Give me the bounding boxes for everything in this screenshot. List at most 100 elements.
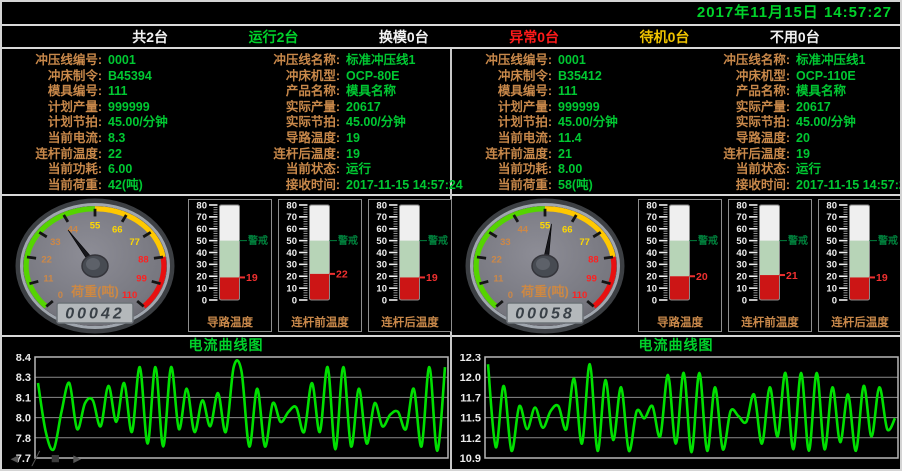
- info-label: 当前功耗:: [452, 162, 552, 178]
- svg-text:30: 30: [376, 260, 387, 271]
- svg-text:50: 50: [196, 236, 207, 247]
- info-value: 模具名称: [790, 84, 902, 100]
- thermometer-svg: 01020304050607080警戒19: [189, 200, 271, 311]
- info-value: 19: [790, 147, 902, 163]
- svg-text:70: 70: [196, 212, 207, 223]
- svg-text:7.8: 7.8: [16, 433, 31, 445]
- svg-text:0: 0: [832, 295, 837, 306]
- thermo-value: 19: [876, 272, 888, 284]
- info-label: 冲床机型:: [234, 69, 340, 85]
- svg-text:40: 40: [646, 248, 657, 259]
- svg-text:8.1: 8.1: [16, 392, 31, 404]
- chart-block: 电流曲线图 12.312.011.711.511.210.9: [452, 337, 900, 469]
- info-value: 标准冲压线1: [340, 53, 463, 69]
- meters-row: 0112233445566778899110荷重(吨)00058 0102030…: [452, 196, 900, 337]
- svg-text:60: 60: [196, 224, 207, 235]
- thermometer-group: 01020304050607080警戒20导路温度010203040506070…: [636, 198, 902, 332]
- svg-text:50: 50: [376, 236, 387, 247]
- info-label: 冲压线编号:: [2, 53, 102, 69]
- meters-row: 0112233445566778899110荷重(吨)00042 0102030…: [2, 196, 450, 337]
- info-label: 计划节拍:: [2, 115, 102, 131]
- svg-text:0: 0: [58, 290, 63, 301]
- svg-text:110: 110: [122, 290, 137, 301]
- svg-text:77: 77: [129, 237, 140, 248]
- status-running: 运行2台: [249, 27, 299, 47]
- thermometer-连杆前温度: 01020304050607080警戒21连杆前温度: [728, 199, 812, 332]
- machine-panel-1: 冲压线编号:0001冲压线名称:标准冲压线1冲床制令:B45394冲床机型:OC…: [2, 49, 452, 469]
- svg-text:30: 30: [286, 260, 297, 271]
- svg-text:0: 0: [652, 295, 657, 306]
- info-label: 模具编号:: [452, 84, 552, 100]
- thermo-name: 连杆前温度: [729, 314, 811, 330]
- info-label: 连杆前温度:: [2, 147, 102, 163]
- info-value: 6.00: [102, 162, 234, 178]
- info-value: 42(吨): [102, 178, 234, 194]
- info-value: B45394: [102, 69, 234, 85]
- load-gauge-svg: 0112233445566778899110荷重(吨)00058: [456, 198, 636, 335]
- info-label: 当前电流:: [452, 131, 552, 147]
- thermo-value: 19: [426, 272, 438, 284]
- svg-text:20: 20: [286, 272, 297, 283]
- info-label: 连杆后温度:: [684, 147, 790, 163]
- load-gauge: 0112233445566778899110荷重(吨)00058: [456, 198, 636, 335]
- info-value: 运行: [790, 162, 902, 178]
- stop-icon[interactable]: ■: [51, 452, 60, 466]
- svg-text:0: 0: [508, 290, 513, 301]
- svg-text:44: 44: [517, 225, 528, 236]
- svg-text:60: 60: [646, 224, 657, 235]
- svg-text:80: 80: [646, 200, 657, 211]
- info-label: 实际产量:: [684, 100, 790, 116]
- info-label: 当前功耗:: [2, 162, 102, 178]
- svg-text:0: 0: [742, 295, 747, 306]
- svg-text:33: 33: [500, 237, 511, 248]
- svg-text:20: 20: [826, 272, 837, 283]
- info-label: 计划节拍:: [452, 115, 552, 131]
- svg-text:60: 60: [286, 224, 297, 235]
- svg-text:10: 10: [376, 283, 387, 294]
- scroll-left-icon[interactable]: ◄: [8, 452, 21, 466]
- current-curve: [38, 360, 445, 450]
- info-label: 接收时间:: [234, 178, 340, 194]
- svg-text:40: 40: [376, 248, 387, 259]
- warn-threshold-label: 警戒: [877, 234, 898, 247]
- svg-text:10.9: 10.9: [460, 453, 481, 465]
- info-label: 产品名称:: [684, 84, 790, 100]
- svg-text:20: 20: [646, 272, 657, 283]
- svg-text:0: 0: [202, 295, 207, 306]
- info-value: 45.00/分钟: [102, 115, 234, 131]
- svg-text:11: 11: [43, 274, 54, 285]
- info-value: 2017-11-15 14:57:24: [790, 178, 902, 194]
- svg-text:70: 70: [286, 212, 297, 223]
- gauge-digital-readout: 00058: [515, 306, 575, 323]
- load-gauge: 0112233445566778899110荷重(吨)00042: [6, 198, 186, 335]
- warn-threshold-label: 警戒: [247, 234, 268, 247]
- info-value: 111: [102, 84, 234, 100]
- info-label: 实际节拍:: [684, 115, 790, 131]
- svg-text:33: 33: [50, 237, 61, 248]
- datetime-clock: 2017年11月15日 14:57:27: [697, 4, 892, 21]
- thermo-value: 19: [246, 272, 258, 284]
- svg-text:66: 66: [562, 225, 573, 236]
- thermo-value: 20: [696, 271, 708, 283]
- svg-text:44: 44: [67, 225, 78, 236]
- info-value: 19: [340, 131, 463, 147]
- svg-text:40: 40: [736, 248, 747, 259]
- info-value: 运行: [340, 162, 463, 178]
- scroll-right-icon[interactable]: ►: [71, 452, 84, 466]
- chart-block: 电流曲线图 8.48.38.18.07.87.7: [2, 337, 450, 469]
- pencil-icon[interactable]: ╱: [32, 452, 40, 466]
- svg-text:60: 60: [376, 224, 387, 235]
- info-value: 20617: [340, 100, 463, 116]
- svg-text:0: 0: [382, 295, 387, 306]
- info-label: 当前状态:: [684, 162, 790, 178]
- info-value: 45.00/分钟: [790, 115, 902, 131]
- svg-text:50: 50: [646, 236, 657, 247]
- chart-title: 电流曲线图: [452, 337, 900, 354]
- thermo-name: 连杆前温度: [279, 314, 361, 330]
- svg-text:60: 60: [826, 224, 837, 235]
- svg-text:99: 99: [586, 274, 597, 285]
- machine-panel-2: 冲压线编号:0001冲压线名称:标准冲压线1冲床制令:B35412冲床机型:OC…: [452, 49, 900, 469]
- current-curve-chart: 12.312.011.711.511.210.9: [452, 354, 901, 469]
- info-value: 8.00: [552, 162, 684, 178]
- info-value: OCP-110E: [790, 69, 902, 85]
